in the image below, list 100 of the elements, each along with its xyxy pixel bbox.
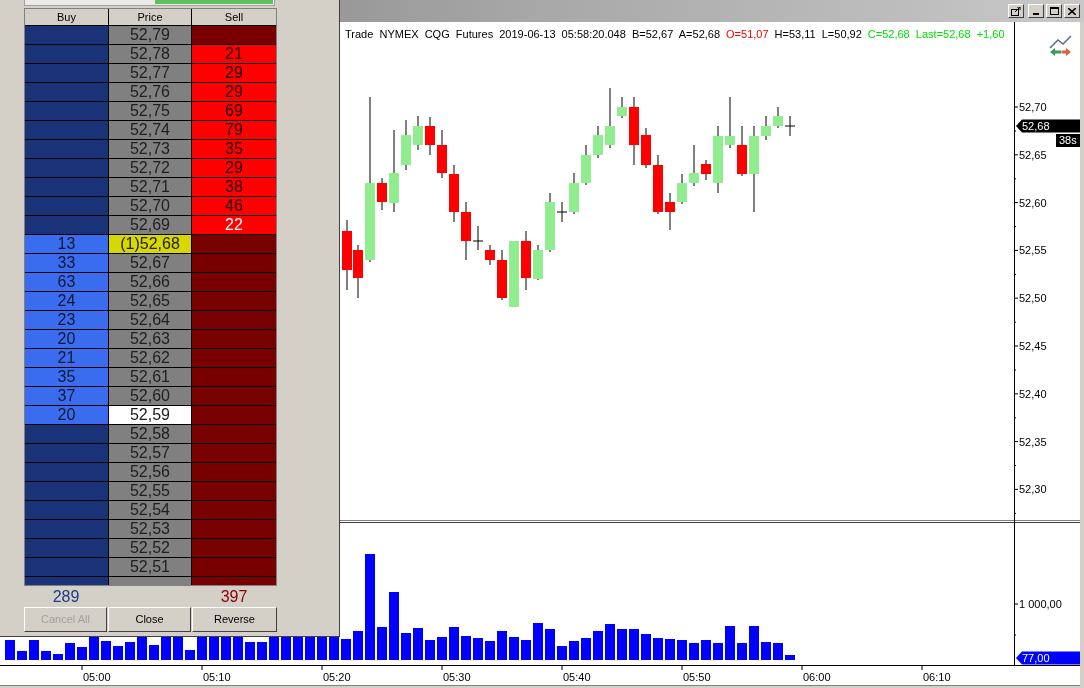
buy-cell[interactable] [25, 159, 108, 177]
price-cell[interactable]: 52,60 [109, 387, 191, 405]
buy-cell[interactable] [25, 26, 108, 44]
price-axis-label: 52,40 [1019, 387, 1047, 400]
minimize-button[interactable] [1028, 4, 1044, 18]
buy-cell[interactable] [25, 539, 108, 557]
buy-cell[interactable] [25, 501, 108, 519]
price-cell[interactable]: 52,76 [109, 83, 191, 101]
buy-cell[interactable]: 24 [25, 292, 108, 310]
price-cell[interactable]: 52,65 [109, 292, 191, 310]
sell-cell[interactable]: 29 [192, 64, 276, 82]
sell-cell[interactable] [192, 444, 276, 462]
sell-cell[interactable] [192, 273, 276, 291]
price-cell[interactable]: 52,67 [109, 254, 191, 272]
sell-cell[interactable] [192, 292, 276, 310]
sell-cell[interactable] [192, 349, 276, 367]
price-cell[interactable]: 52,64 [109, 311, 191, 329]
sell-cell[interactable] [192, 254, 276, 272]
buy-cell[interactable] [25, 140, 108, 158]
action-button[interactable]: Close [108, 607, 191, 632]
price-cell[interactable]: 52,77 [109, 64, 191, 82]
sell-cell[interactable]: 22 [192, 216, 276, 234]
sell-cell[interactable] [192, 311, 276, 329]
detach-button[interactable] [1008, 4, 1024, 18]
sell-cell[interactable] [192, 26, 276, 44]
sell-cell[interactable]: 79 [192, 121, 276, 139]
sell-cell[interactable]: 29 [192, 83, 276, 101]
buy-cell[interactable]: 21 [25, 349, 108, 367]
price-cell[interactable]: 52,69 [109, 216, 191, 234]
buy-cell[interactable] [25, 178, 108, 196]
price-cell[interactable]: 52,57 [109, 444, 191, 462]
buy-cell[interactable] [25, 64, 108, 82]
sell-cell[interactable] [192, 520, 276, 538]
action-button[interactable]: Reverse [192, 607, 277, 632]
buy-cell[interactable]: 35 [25, 368, 108, 386]
price-cell[interactable]: 52,75 [109, 102, 191, 120]
sell-cell[interactable]: 46 [192, 197, 276, 215]
sell-cell[interactable]: 69 [192, 102, 276, 120]
sell-cell[interactable] [192, 425, 276, 443]
chart-trend-icon[interactable] [1049, 35, 1072, 56]
buy-cell[interactable] [25, 216, 108, 234]
buy-cell[interactable]: 13 [25, 235, 108, 253]
sell-cell[interactable] [192, 539, 276, 557]
buy-cell[interactable] [25, 45, 108, 63]
sell-cell[interactable] [192, 235, 276, 253]
sell-cell[interactable] [192, 387, 276, 405]
buy-cell[interactable]: 20 [25, 330, 108, 348]
price-cell[interactable]: 52,70 [109, 197, 191, 215]
buy-cell[interactable]: 23 [25, 311, 108, 329]
sell-cell[interactable] [192, 368, 276, 386]
sell-cell[interactable] [192, 463, 276, 481]
maximize-button[interactable] [1046, 4, 1062, 18]
sell-cell[interactable]: 29 [192, 159, 276, 177]
buy-cell[interactable] [25, 121, 108, 139]
price-cell[interactable]: 52,56 [109, 463, 191, 481]
sell-cell[interactable]: 35 [192, 140, 276, 158]
buy-cell[interactable]: 20 [25, 406, 108, 424]
buy-cell[interactable] [25, 463, 108, 481]
buy-cell[interactable] [25, 558, 108, 576]
price-cell[interactable]: (1)52,68 [109, 235, 191, 253]
price-cell[interactable]: 52,62 [109, 349, 191, 367]
price-cell[interactable]: 52,59 [109, 406, 191, 424]
buy-cell[interactable]: 33 [25, 254, 108, 272]
buy-cell[interactable] [25, 444, 108, 462]
sell-cell[interactable] [192, 558, 276, 576]
close-button[interactable] [1064, 4, 1080, 18]
price-cell[interactable]: 52,54 [109, 501, 191, 519]
price-cell[interactable]: 52,79 [109, 26, 191, 44]
price-cell[interactable]: 52,58 [109, 425, 191, 443]
buy-cell[interactable]: 63 [25, 273, 108, 291]
buy-cell[interactable] [25, 577, 108, 585]
price-cell[interactable]: 52,53 [109, 520, 191, 538]
price-cell[interactable]: 52,72 [109, 159, 191, 177]
sell-cell[interactable] [192, 577, 276, 585]
price-cell[interactable]: 52,78 [109, 45, 191, 63]
price-cell[interactable]: 52,52 [109, 539, 191, 557]
buy-cell[interactable] [25, 83, 108, 101]
price-cell[interactable]: 52,66 [109, 273, 191, 291]
price-cell[interactable]: 52,71 [109, 178, 191, 196]
buy-cell[interactable]: 37 [25, 387, 108, 405]
buy-cell[interactable] [25, 425, 108, 443]
price-cell[interactable]: 52,51 [109, 558, 191, 576]
sell-cell[interactable]: 38 [192, 178, 276, 196]
price-cell[interactable]: 52,73 [109, 140, 191, 158]
price-cell[interactable]: 52,55 [109, 482, 191, 500]
sell-cell[interactable] [192, 406, 276, 424]
close-icon [1068, 7, 1076, 15]
time-axis-label: 05:30 [443, 671, 471, 683]
price-cell[interactable]: 52,63 [109, 330, 191, 348]
price-cell[interactable]: 52,61 [109, 368, 191, 386]
buy-cell[interactable] [25, 197, 108, 215]
volume-bar [245, 642, 255, 660]
sell-cell[interactable] [192, 482, 276, 500]
buy-cell[interactable] [25, 102, 108, 120]
price-cell[interactable]: 52,74 [109, 121, 191, 139]
sell-cell[interactable]: 21 [192, 45, 276, 63]
sell-cell[interactable] [192, 501, 276, 519]
sell-cell[interactable] [192, 330, 276, 348]
buy-cell[interactable] [25, 520, 108, 538]
buy-cell[interactable] [25, 482, 108, 500]
